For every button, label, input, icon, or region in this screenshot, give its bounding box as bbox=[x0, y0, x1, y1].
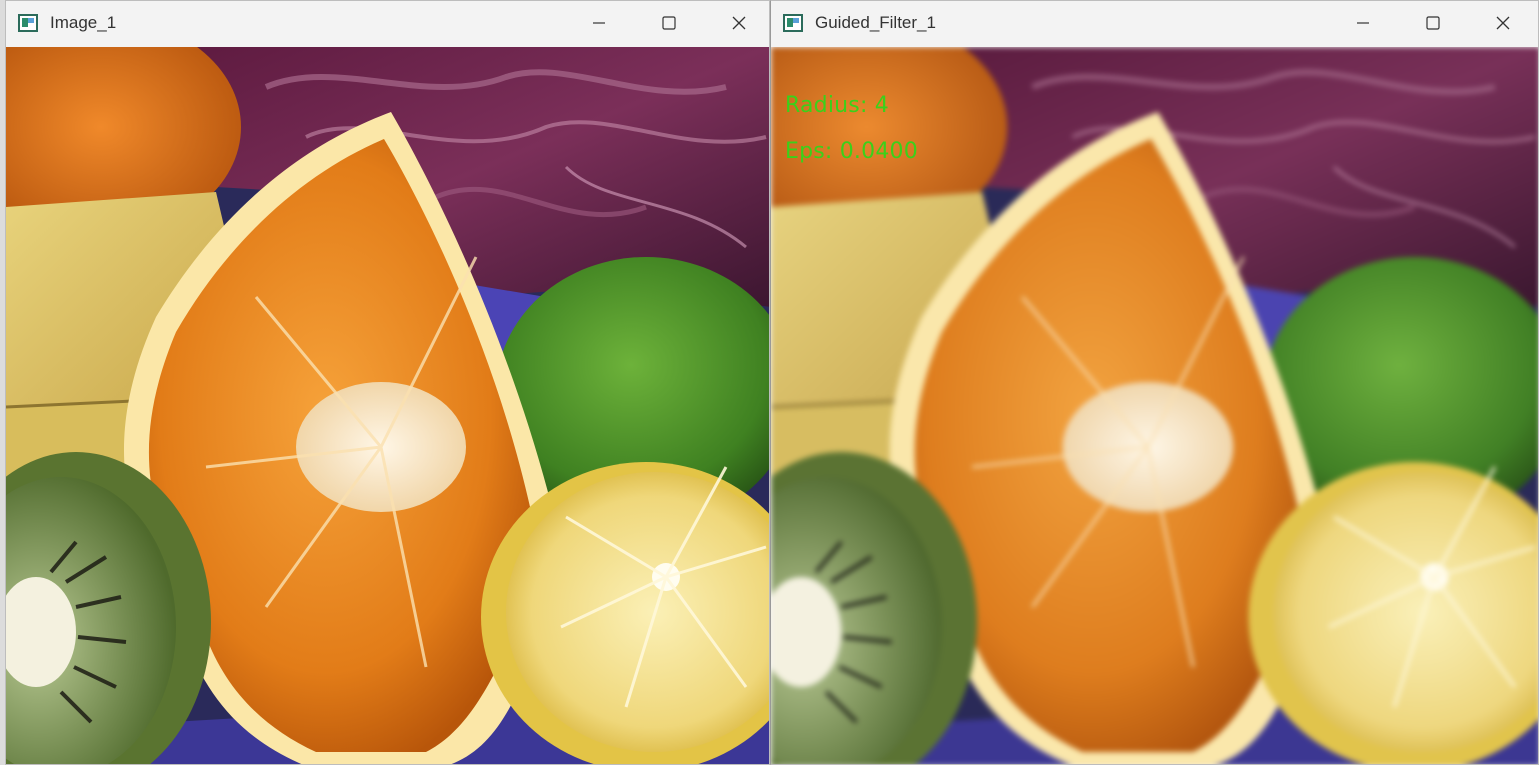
maximize-button[interactable] bbox=[646, 1, 692, 45]
app-window-icon bbox=[18, 14, 38, 32]
close-button[interactable] bbox=[716, 1, 762, 45]
maximize-button[interactable] bbox=[1410, 1, 1456, 45]
maximize-icon bbox=[1426, 16, 1440, 30]
title-bar[interactable]: Guided_Filter_1 bbox=[771, 1, 1538, 47]
fruit-image bbox=[6, 47, 769, 764]
minimize-icon bbox=[593, 22, 605, 24]
filtered-image-canvas[interactable]: Radius: 4 Eps: 0.0400 bbox=[771, 47, 1538, 764]
close-button[interactable] bbox=[1480, 1, 1526, 45]
title-bar[interactable]: Image_1 bbox=[6, 1, 769, 47]
radius-label: Radius: 4 bbox=[785, 93, 889, 118]
eps-label: Eps: 0.0400 bbox=[785, 139, 918, 164]
close-icon bbox=[732, 16, 746, 30]
window-title: Guided_Filter_1 bbox=[815, 13, 936, 32]
maximize-icon bbox=[662, 16, 676, 30]
image-window[interactable]: Image_1 bbox=[5, 0, 770, 765]
minimize-button[interactable] bbox=[576, 1, 622, 45]
app-window-icon bbox=[783, 14, 803, 32]
image-canvas[interactable] bbox=[6, 47, 769, 764]
minimize-icon bbox=[1357, 22, 1369, 24]
minimize-button[interactable] bbox=[1340, 1, 1386, 45]
close-icon bbox=[1496, 16, 1510, 30]
window-title: Image_1 bbox=[50, 13, 117, 32]
guided-filter-window[interactable]: Guided_Filter_1 Radius: 4 Eps: 0.0400 bbox=[770, 0, 1539, 765]
